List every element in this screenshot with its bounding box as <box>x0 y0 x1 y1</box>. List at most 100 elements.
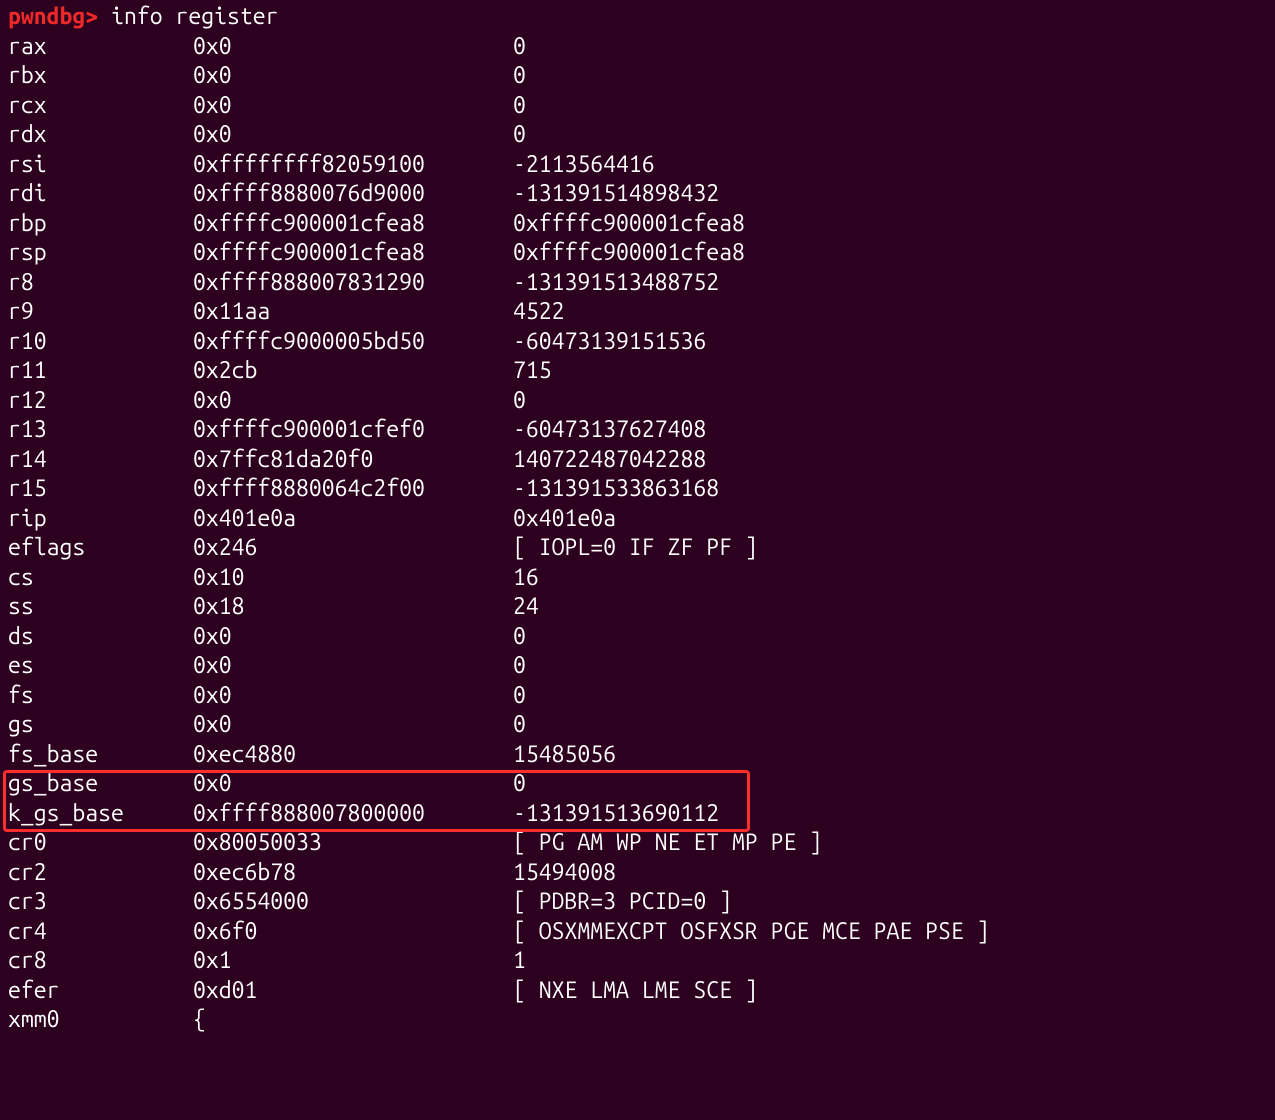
register-hex: 0xd01 <box>193 976 513 1006</box>
register-name: r9 <box>8 297 193 327</box>
register-hex: 0x0 <box>193 622 513 652</box>
prompt-line[interactable]: pwndbg> info register <box>8 2 1267 32</box>
register-row: cr00x80050033[ PG AM WP NE ET MP PE ] <box>8 828 1267 858</box>
register-name: r14 <box>8 445 193 475</box>
register-row: cr40x6f0[ OSXMMEXCPT OSFXSR PGE MCE PAE … <box>8 917 1267 947</box>
command-text: info register <box>111 4 278 29</box>
register-name: rcx <box>8 91 193 121</box>
register-name: xmm0 <box>8 1005 193 1035</box>
register-name: es <box>8 651 193 681</box>
register-row: xmm0{ <box>8 1005 1267 1035</box>
register-dec: -60473137627408 <box>513 415 706 445</box>
register-name: r10 <box>8 327 193 357</box>
register-name: fs_base <box>8 740 193 770</box>
register-dec: 0 <box>513 769 526 799</box>
register-row: r140x7ffc81da20f0140722487042288 <box>8 445 1267 475</box>
register-row: r110x2cb715 <box>8 356 1267 386</box>
register-hex: 0x80050033 <box>193 828 513 858</box>
register-dec: 0xffffc900001cfea8 <box>513 209 745 239</box>
register-name: r15 <box>8 474 193 504</box>
register-hex: 0x0 <box>193 769 513 799</box>
register-dec: 1 <box>513 946 526 976</box>
register-row: ds0x00 <box>8 622 1267 652</box>
register-name: ss <box>8 592 193 622</box>
register-dec: 140722487042288 <box>513 445 706 475</box>
register-row: r130xffffc900001cfef0-60473137627408 <box>8 415 1267 445</box>
register-hex: 0x401e0a <box>193 504 513 534</box>
register-dec: [ OSXMMEXCPT OSFXSR PGE MCE PAE PSE ] <box>513 917 990 947</box>
register-row: fs_base0xec488015485056 <box>8 740 1267 770</box>
register-name: cr4 <box>8 917 193 947</box>
register-name: cr2 <box>8 858 193 888</box>
register-dec: 0 <box>513 651 526 681</box>
register-dec: 0 <box>513 622 526 652</box>
register-dec: 16 <box>513 563 539 593</box>
register-name: gs <box>8 710 193 740</box>
register-hex: 0xec6b78 <box>193 858 513 888</box>
register-row: k_gs_base0xffff888007800000-131391513690… <box>8 799 1267 829</box>
register-dec: [ IOPL=0 IF ZF PF ] <box>513 533 758 563</box>
register-row: cs0x1016 <box>8 563 1267 593</box>
register-row: gs_base0x00 <box>8 769 1267 799</box>
register-hex: 0xffff8880076d9000 <box>193 179 513 209</box>
register-name: cr3 <box>8 887 193 917</box>
register-hex: 0xffff8880064c2f00 <box>193 474 513 504</box>
register-name: k_gs_base <box>8 799 193 829</box>
register-row: cr80x11 <box>8 946 1267 976</box>
register-hex: 0x7ffc81da20f0 <box>193 445 513 475</box>
register-hex: 0x246 <box>193 533 513 563</box>
register-dec: [ NXE LMA LME SCE ] <box>513 976 758 1006</box>
register-hex: 0x0 <box>193 681 513 711</box>
register-name: rdx <box>8 120 193 150</box>
register-row: cr30x6554000[ PDBR=3 PCID=0 ] <box>8 887 1267 917</box>
register-row: fs0x00 <box>8 681 1267 711</box>
register-row: r80xffff888007831290-131391513488752 <box>8 268 1267 298</box>
register-name: gs_base <box>8 769 193 799</box>
register-name: rsi <box>8 150 193 180</box>
register-row: rip0x401e0a0x401e0a <box>8 504 1267 534</box>
register-row: rax0x00 <box>8 32 1267 62</box>
register-name: cs <box>8 563 193 593</box>
register-name: r12 <box>8 386 193 416</box>
register-name: ds <box>8 622 193 652</box>
register-dec: 0 <box>513 61 526 91</box>
register-row: r90x11aa4522 <box>8 297 1267 327</box>
register-dec: [ PG AM WP NE ET MP PE ] <box>513 828 822 858</box>
register-dec: 15494008 <box>513 858 616 888</box>
register-row: r120x00 <box>8 386 1267 416</box>
register-name: rdi <box>8 179 193 209</box>
register-name: r8 <box>8 268 193 298</box>
register-name: r11 <box>8 356 193 386</box>
register-table: rax0x00rbx0x00rcx0x00rdx0x00rsi0xfffffff… <box>8 32 1267 1035</box>
register-dec: -60473139151536 <box>513 327 706 357</box>
register-row: cr20xec6b7815494008 <box>8 858 1267 888</box>
register-name: efer <box>8 976 193 1006</box>
register-hex: 0x18 <box>193 592 513 622</box>
register-hex: 0x0 <box>193 710 513 740</box>
register-row: eflags0x246[ IOPL=0 IF ZF PF ] <box>8 533 1267 563</box>
register-hex: 0xffff888007831290 <box>193 268 513 298</box>
register-hex: 0x11aa <box>193 297 513 327</box>
register-name: r13 <box>8 415 193 445</box>
register-dec: 4522 <box>513 297 565 327</box>
register-dec: -131391513690112 <box>513 799 719 829</box>
register-dec: 715 <box>513 356 552 386</box>
register-dec: 24 <box>513 592 539 622</box>
register-hex: { <box>193 1005 513 1035</box>
register-row: rbp0xffffc900001cfea80xffffc900001cfea8 <box>8 209 1267 239</box>
register-dec: 0 <box>513 91 526 121</box>
register-hex: 0xec4880 <box>193 740 513 770</box>
register-hex: 0xffffc900001cfea8 <box>193 209 513 239</box>
register-dec: 0xffffc900001cfea8 <box>513 238 745 268</box>
register-hex: 0x6f0 <box>193 917 513 947</box>
register-name: rsp <box>8 238 193 268</box>
register-dec: 0 <box>513 120 526 150</box>
register-row: gs0x00 <box>8 710 1267 740</box>
register-name: rip <box>8 504 193 534</box>
register-row: rdx0x00 <box>8 120 1267 150</box>
register-name: rax <box>8 32 193 62</box>
register-dec: -131391533863168 <box>513 474 719 504</box>
register-row: ss0x1824 <box>8 592 1267 622</box>
register-name: eflags <box>8 533 193 563</box>
register-hex: 0x0 <box>193 120 513 150</box>
